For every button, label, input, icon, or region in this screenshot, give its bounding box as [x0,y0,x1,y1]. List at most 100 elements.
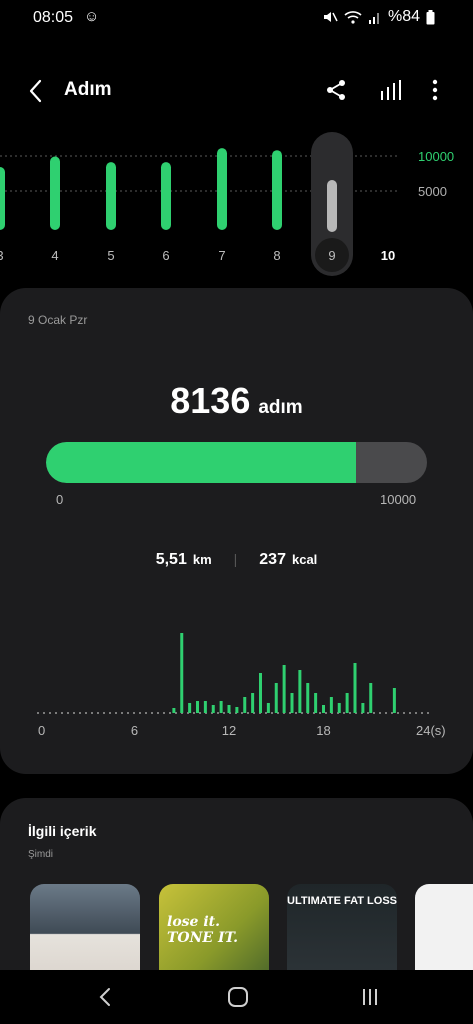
day-bar[interactable] [272,150,282,230]
nav-home-button[interactable] [224,982,252,1012]
daily-steps-chart[interactable]: 10000 5000 3 4 5 6 7 8 9 10 [0,130,473,280]
day-label[interactable]: 10 [381,248,395,263]
chevron-left-icon [29,79,42,103]
more-vertical-icon [432,79,438,101]
baseline-dot [247,712,249,714]
hour-bar [306,683,310,713]
day-label[interactable]: 4 [51,248,58,263]
status-time: 08:05 [33,9,74,26]
related-title: İlgili içerik [28,823,97,839]
nav-recents-icon [363,989,377,1005]
related-video-thumbnail[interactable] [415,884,473,974]
hour-tick-label: 24(s) [416,723,446,738]
day-bar[interactable] [106,162,116,230]
baseline-dot [103,712,105,714]
battery-percent: %84 [387,8,420,25]
hour-bar [314,693,318,713]
baseline-dot [349,712,351,714]
day-bar[interactable] [217,148,227,230]
baseline-dot [403,712,405,714]
baseline-dot [61,712,63,714]
day-bar[interactable] [50,156,60,231]
baseline-dot [157,712,159,714]
baseline-dot [241,712,243,714]
related-subtitle: Şimdi [28,849,54,860]
hour-bar [227,705,231,713]
trends-button[interactable] [378,78,402,102]
steps-value: 8136 [170,380,251,421]
hour-bar [392,688,396,713]
baseline-dot [121,712,123,714]
baseline-dot [391,712,393,714]
baseline-dot [427,712,429,714]
baseline-dot [223,712,225,714]
baseline-dot [109,712,111,714]
baseline-dot [49,712,51,714]
baseline-dot [133,712,135,714]
baseline-dot [199,712,201,714]
baseline-dot [343,712,345,714]
thumbnail-caption: lose it. TONE IT. [167,914,238,946]
baseline-dot [409,712,411,714]
day-label[interactable]: 7 [218,248,225,263]
reference-line-label: 5000 [418,184,447,199]
hour-bar [219,701,223,713]
bar-chart-icon [381,80,401,100]
baseline-dot [73,712,75,714]
baseline-dot [379,712,381,714]
day-bar[interactable] [0,167,5,230]
baseline-dot [271,712,273,714]
related-video-thumbnail[interactable]: ULTIMATE FAT LOSS [287,884,397,974]
baseline-dot [397,712,399,714]
signal-icon [368,13,379,24]
goal-progress-bar [46,442,427,483]
hour-bar [188,703,192,713]
hour-bar [235,707,239,713]
baseline-dot [151,712,153,714]
goal-max-label: 10000 [380,492,417,507]
nav-back-button[interactable] [92,982,120,1012]
hour-bar [353,663,357,713]
baseline-dot [85,712,87,714]
related-video-thumbnail[interactable]: lose it. TONE IT. [159,884,269,974]
hour-bar [369,683,373,713]
day-bar[interactable] [161,162,171,230]
hour-bar [329,697,333,713]
hour-bar [266,703,270,713]
hour-bar [361,703,365,713]
baseline-dot [325,712,327,714]
battery-icon [426,9,435,24]
nav-back-icon [99,988,110,1006]
baseline-dot [421,712,423,714]
back-button[interactable] [22,76,52,106]
day-label[interactable]: 3 [0,248,4,263]
day-label[interactable]: 6 [162,248,169,263]
nav-home-icon [228,987,248,1007]
hour-bar [345,693,349,713]
goal-min-label: 0 [56,492,64,507]
share-icon [327,80,345,100]
accessibility-person-icon: ☺ [84,8,100,25]
steps-total: 8136 adım [0,380,473,422]
activity-stats: 5,51 km | 237 kcal [0,551,473,569]
baseline-dot [79,712,81,714]
status-icons: %84 [322,8,435,26]
day-bar[interactable] [327,180,337,232]
baseline-dot [373,712,375,714]
share-button[interactable] [324,78,348,102]
day-label[interactable]: 9 [328,248,335,263]
related-video-thumbnail[interactable] [30,884,140,974]
hour-bar [274,683,278,713]
hour-bar [172,708,176,713]
hour-tick-label: 0 [38,723,45,738]
hour-tick-label: 12 [222,723,236,738]
day-label[interactable]: 5 [107,248,114,263]
baseline-dot [67,712,69,714]
baseline-dot [169,712,171,714]
day-label[interactable]: 8 [273,248,280,263]
baseline-dot [145,712,147,714]
nav-recents-button[interactable] [356,982,384,1012]
more-options-button[interactable] [424,78,446,102]
summary-date: 9 Ocak Pzr [28,313,88,327]
hour-bar [298,670,302,713]
